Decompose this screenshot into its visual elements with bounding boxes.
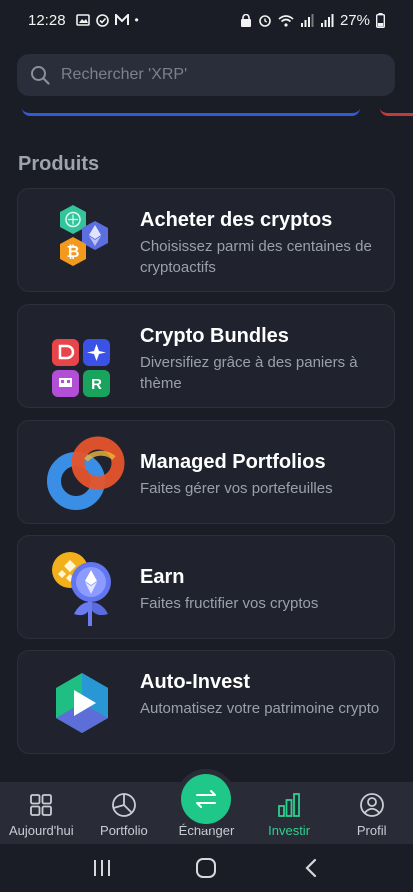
back-button[interactable] [291,848,331,888]
home-icon [196,858,217,878]
bundle-tiles-icon: R [46,317,126,397]
auto-invest-play-icon [46,663,126,743]
nav-item-investir[interactable]: Investir [248,782,331,844]
banner-edge-right[interactable] [380,108,413,116]
home-button[interactable] [186,848,226,888]
status-right: 27% [240,12,385,29]
product-card-auto-invest[interactable]: Auto-Invest Automatisez votre patrimoine… [17,650,395,754]
nav-item-portfolio[interactable]: Portfolio [83,782,166,844]
nav-label: Investir [268,823,311,838]
search-bar[interactable] [17,54,395,96]
crypto-hexagons-icon: ₿ [46,201,126,281]
exchange-button[interactable] [181,774,232,824]
earn-flower-icon [46,548,126,628]
recent-apps-icon [94,860,111,876]
status-bar: 12:28 • 27% [0,0,413,40]
bottom-nav: Aujourd'hui Portfolio Échanger Investir … [0,774,413,844]
signal-icon [300,13,314,27]
section-title-produits: Produits [18,153,100,175]
svg-text:₿: ₿ [66,243,79,261]
status-left: 12:28 • [28,12,139,29]
nav-label: Portfolio [100,823,148,838]
status-time: 12:28 [28,11,66,29]
lock-icon [240,13,251,27]
nav-item-echanger[interactable]: Échanger [165,774,248,844]
product-card-managed-portfolios[interactable]: Managed Portfolios Faites gérer vos port… [17,420,395,524]
user-icon [359,792,385,818]
portfolio-rings-icon [46,433,126,513]
mail-m-icon [114,14,129,25]
gallery-icon [75,14,90,26]
product-desc: Faites fructifier vos cryptos [140,595,319,612]
product-card-crypto-bundles[interactable]: R Crypto Bundles Diversifiez grâce à des… [17,304,395,408]
system-nav-bar [0,844,413,892]
banner-edge[interactable] [22,108,360,116]
product-card-buy-crypto[interactable]: ₿ Acheter des cryptos Choisissez parmi d… [17,188,395,292]
check-circle-icon [95,13,109,27]
product-title: Acheter des cryptos [140,209,333,231]
product-card-earn[interactable]: Earn Faites fructifier vos cryptos [17,535,395,639]
product-title: Auto-Invest [140,671,250,693]
nav-label: Aujourd'hui [8,823,74,838]
product-title: Earn [140,566,185,588]
search-icon [29,64,51,86]
nav-item-profil[interactable]: Profil [330,782,413,844]
search-input[interactable] [61,66,361,84]
battery-percent: 27% [339,11,370,29]
swap-arrows-icon [196,790,217,808]
product-title: Crypto Bundles [140,325,289,347]
product-title: Managed Portfolios [140,451,326,473]
battery-icon [376,12,385,28]
nav-item-aujourdhui[interactable]: Aujourd'hui [0,782,83,844]
recent-apps-button[interactable] [82,848,122,888]
back-icon [305,858,316,878]
svg-text:R: R [91,376,102,393]
wifi-icon [278,14,294,27]
nav-label: Échanger [178,823,235,838]
product-desc: Faites gérer vos portefeuilles [140,480,333,497]
notification-dot: • [134,13,139,27]
nav-label: Profil [356,823,387,838]
product-desc: Automatisez votre patrimoine crypto [140,700,380,717]
pie-chart-icon [111,792,137,818]
grid-icon [29,792,53,818]
alarm-icon [259,15,271,27]
signal-icon-2 [320,13,334,27]
bar-chart-icon [276,792,302,818]
product-desc: Choisissez parmi des centaines de crypto… [140,238,372,276]
product-desc: Diversifiez grâce à des paniers à thème [140,354,358,392]
